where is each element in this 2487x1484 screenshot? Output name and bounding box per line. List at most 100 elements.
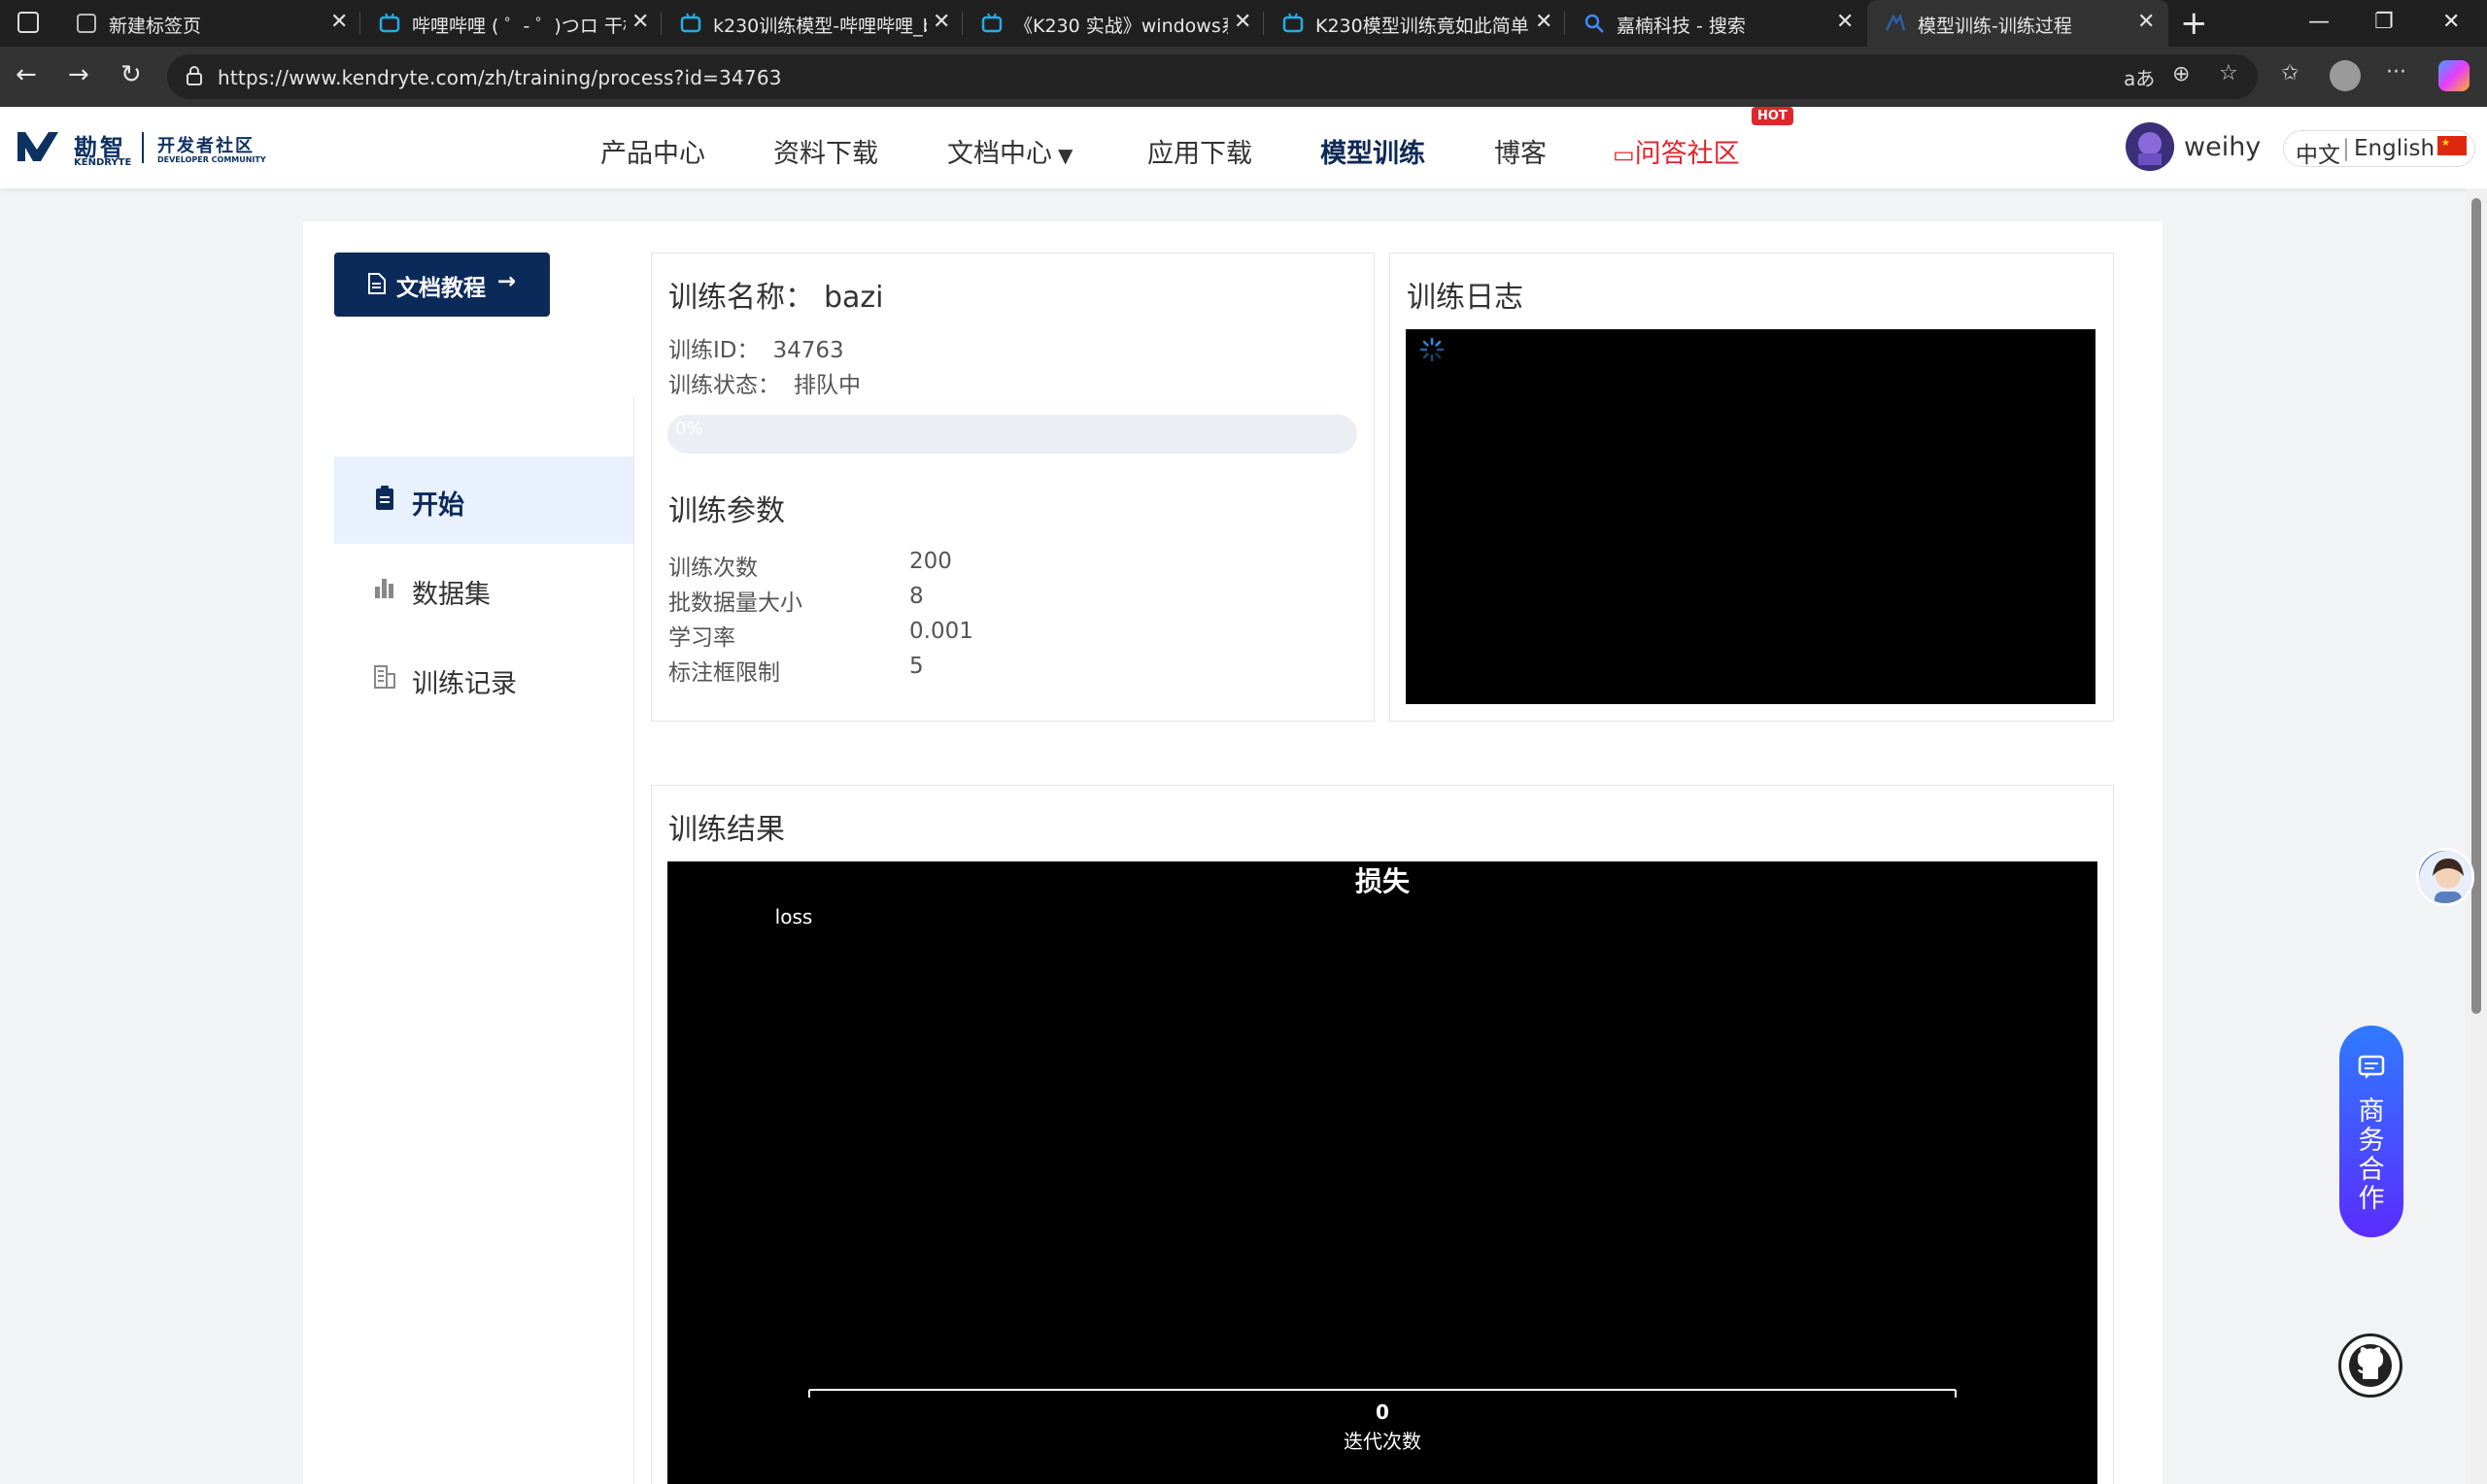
content-card: 文档教程 → 开始 数据集 训练记录 训练名称： bazi 训练ID： 34763 … <box>303 221 2163 1484</box>
document-icon <box>367 272 387 301</box>
hot-badge: HOT <box>1752 107 1793 125</box>
nav-model-training[interactable]: 模型训练 <box>1320 132 1425 170</box>
close-window-icon[interactable]: ✕ <box>2442 10 2460 34</box>
kendryte-icon <box>1885 13 1906 34</box>
back-icon[interactable]: ← <box>16 60 37 89</box>
training-id-value: 34763 <box>772 338 844 363</box>
training-log-title: 训练日志 <box>1407 281 1523 315</box>
browser-tab[interactable]: k230训练模型-哔哩哔哩_bili ✕ <box>663 0 960 47</box>
param-value: 8 <box>909 584 924 609</box>
browser-tab-active[interactable]: 模型训练-训练过程 ✕ <box>1867 0 2168 47</box>
doc-tutorial-button[interactable]: 文档教程 → <box>334 253 550 317</box>
new-tab-icon[interactable]: + <box>2180 4 2208 43</box>
tab-label: K230模型训练竟如此简单! <box>1315 16 1529 37</box>
minimize-icon[interactable]: — <box>2308 10 2330 34</box>
copilot-icon[interactable] <box>2438 60 2470 91</box>
doc-tutorial-label: 文档教程 <box>396 276 486 301</box>
username[interactable]: weihy <box>2184 132 2261 162</box>
forward-icon[interactable]: → <box>68 60 89 89</box>
close-icon[interactable]: ✕ <box>1234 10 1251 34</box>
chart-x-axis-label: 迭代次数 <box>1344 1430 1421 1453</box>
arrow-right-icon: → <box>497 269 517 294</box>
browser-tab[interactable]: 新建标签页 ✕ <box>58 0 359 47</box>
training-status-label: 训练状态： <box>668 373 780 398</box>
training-name: 训练名称： bazi <box>668 273 884 316</box>
training-log-console[interactable] <box>1406 329 2095 704</box>
github-icon[interactable] <box>2338 1333 2402 1398</box>
param-label: 学习率 <box>668 625 735 651</box>
params-title: 训练参数 <box>668 494 785 528</box>
close-icon[interactable]: ✕ <box>2137 10 2155 34</box>
china-flag-icon: ★ <box>2437 136 2467 155</box>
tab-label: 新建标签页 <box>109 16 202 37</box>
training-status-value: 排队中 <box>794 373 861 398</box>
building-icon <box>374 665 395 689</box>
param-label: 批数据量大小 <box>668 590 802 616</box>
browser-tab[interactable]: 嘉楠科技 - 搜索 ✕ <box>1566 0 1863 47</box>
business-cooperation-button[interactable]: 商务合作 <box>2339 1026 2403 1237</box>
tab-actions-icon[interactable] <box>17 12 39 33</box>
browser-tab[interactable]: 《K230 实战》windows系统 ✕ <box>964 0 1261 47</box>
zoom-icon[interactable]: ⊕ <box>2172 62 2190 86</box>
lang-en[interactable]: English <box>2354 136 2435 161</box>
close-icon[interactable]: ✕ <box>933 10 950 34</box>
close-icon[interactable]: ✕ <box>631 10 649 34</box>
close-icon[interactable]: ✕ <box>1836 10 1854 34</box>
lock-icon[interactable] <box>185 65 204 90</box>
logo-dev-cn: 开发者社区 <box>157 136 255 156</box>
more-icon[interactable]: ··· <box>2386 60 2406 84</box>
training-info-panel: 训练名称： bazi 训练ID： 34763 训练状态： 排队中 0% 训练参数 训练… <box>651 253 1375 722</box>
chat-icon: ▭ <box>1613 141 1635 168</box>
language-switch[interactable]: 中文 | English ★ <box>2283 130 2475 169</box>
business-cooperation-label: 商务合作 <box>2358 1096 2385 1214</box>
nav-downloads[interactable]: 资料下载 <box>773 132 878 170</box>
nav-qa-community[interactable]: ▭问答社区 <box>1613 132 1740 170</box>
user-avatar[interactable] <box>2126 122 2174 171</box>
training-id-label: 训练ID： <box>668 338 760 363</box>
tab-label: 《K230 实战》windows系统 <box>1014 16 1228 37</box>
nav-products[interactable]: 产品中心 <box>600 132 705 170</box>
logo-dev-en: DEVELOPER COMMUNITY <box>157 155 266 164</box>
training-name-value: bazi <box>824 281 884 315</box>
site-header: 勘智 KENDRYTE 开发者社区 DEVELOPER COMMUNITY 产品… <box>0 107 2487 188</box>
loss-chart[interactable]: 损失 loss 0 迭代次数 <box>667 861 2097 1484</box>
browser-tab-bar: 新建标签页 ✕ 哔哩哔哩 ( ゜- ゜)つロ 干杯~ ✕ k230训练模型-哔哩… <box>0 0 2487 47</box>
profile-icon[interactable] <box>2330 60 2361 91</box>
browser-tab[interactable]: 哔哩哔哩 ( ゜- ゜)つロ 干杯~ ✕ <box>361 0 659 47</box>
training-results-panel: 训练结果 损失 loss 0 迭代次数 <box>651 785 2114 1484</box>
sidebar-item-label: 数据集 <box>412 580 491 610</box>
sidebar-item-dataset[interactable]: 数据集 <box>334 546 633 633</box>
nav-docs[interactable]: 文档中心 ▼ <box>947 132 1073 170</box>
nav-blog[interactable]: 博客 <box>1494 132 1547 170</box>
lang-cn[interactable]: 中文 <box>2296 136 2340 169</box>
favorite-star-icon[interactable]: ☆ <box>2219 61 2238 85</box>
scrollbar-thumb[interactable] <box>2471 198 2481 1014</box>
web-page: 勘智 KENDRYTE 开发者社区 DEVELOPER COMMUNITY 产品… <box>0 107 2487 1484</box>
bilibili-icon <box>981 13 1003 34</box>
param-label: 训练次数 <box>668 556 758 581</box>
sidebar-item-label: 训练记录 <box>412 669 517 699</box>
caret-down-icon: ▼ <box>1058 144 1073 167</box>
search-icon <box>1584 13 1605 34</box>
restore-icon[interactable]: ❐ <box>2374 10 2394 34</box>
read-aloud-icon[interactable]: aあ <box>2124 63 2155 91</box>
favorites-icon[interactable]: ✩ <box>2281 61 2299 85</box>
browser-tab[interactable]: K230模型训练竟如此简单! ✕ <box>1265 0 1562 47</box>
assistant-avatar[interactable] <box>2416 848 2474 906</box>
sidebar-item-training-records[interactable]: 训练记录 <box>334 635 633 723</box>
tab-label: k230训练模型-哔哩哔哩_bili <box>713 16 927 37</box>
chart-x-ticks: 0 <box>1376 1400 1389 1424</box>
sidebar-item-start[interactable]: 开始 <box>334 456 633 544</box>
kendryte-logo-mark <box>17 132 58 161</box>
close-icon[interactable]: ✕ <box>330 10 348 34</box>
page-scrollbar[interactable] <box>2466 188 2487 1484</box>
address-bar: ← → ↻ https://www.kendryte.com/zh/traini… <box>0 47 2487 107</box>
loss-chart-svg: 损失 loss 0 迭代次数 <box>775 865 1957 1453</box>
nav-apps[interactable]: 应用下载 <box>1147 132 1252 170</box>
refresh-icon[interactable]: ↻ <box>120 60 142 89</box>
url-field[interactable]: https://www.kendryte.com/zh/training/pro… <box>167 54 2258 99</box>
close-icon[interactable]: ✕ <box>1535 10 1552 34</box>
progress-text: 0% <box>675 419 703 439</box>
bilibili-icon <box>680 13 701 34</box>
page-icon <box>76 13 97 34</box>
